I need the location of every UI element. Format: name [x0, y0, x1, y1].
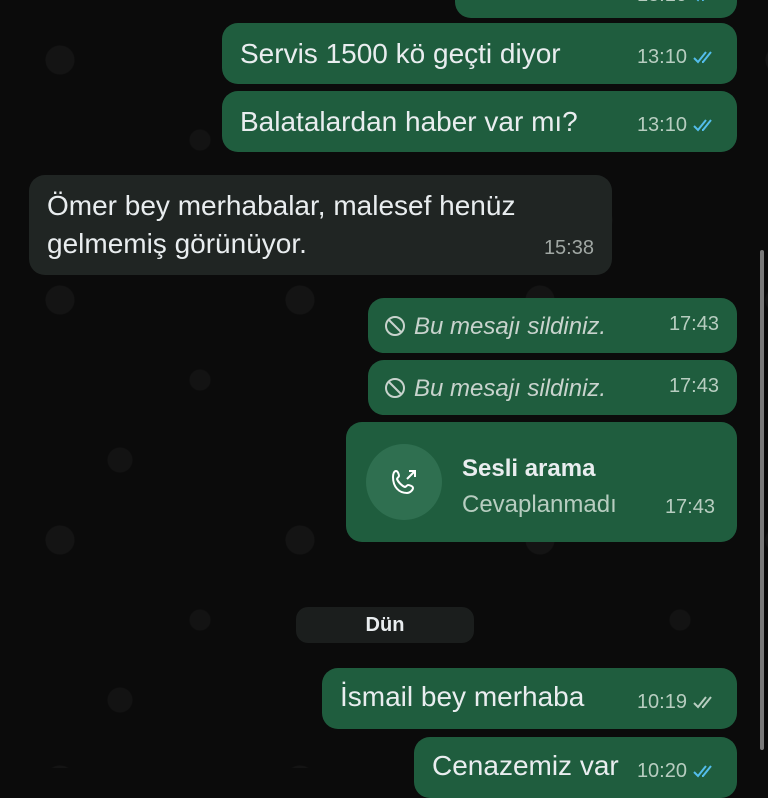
scrollbar[interactable]	[760, 250, 764, 750]
double-check-icon	[693, 0, 719, 3]
message-bubble-incoming[interactable]: Ömer bey merhabalar, malesef henüz gelme…	[29, 175, 612, 275]
call-title: Sesli arama	[462, 455, 596, 482]
message-time: 17:43	[664, 496, 715, 518]
double-check-icon	[693, 49, 719, 65]
double-check-icon	[693, 763, 719, 779]
message-meta: 10:20	[637, 752, 719, 790]
message-bubble-deleted[interactable]: Bu mesajı sildiniz. 17:43	[368, 360, 737, 415]
message-meta: 17:43	[665, 488, 715, 526]
message-time: 10:19	[636, 691, 687, 713]
message-text: İsmail bey merhaba	[340, 681, 585, 712]
message-meta: 10:19	[637, 683, 719, 721]
outgoing-call-icon	[366, 444, 442, 520]
message-meta: 13:10	[637, 38, 719, 76]
message-text: Bu mesajı sildiniz.	[414, 313, 607, 340]
message-text: Servis 1500 kö geçti diyor	[240, 38, 561, 69]
message-bubble-outgoing[interactable]: Balatalardan haber var mı? 13:10	[222, 91, 737, 152]
blocked-icon	[384, 373, 406, 398]
message-time: 13:10	[637, 0, 687, 14]
message-text: Cenazemiz var	[432, 750, 619, 781]
message-time: 17:43	[668, 375, 719, 397]
message-bubble-call[interactable]: Sesli arama Cevaplanmadı 17:43	[346, 422, 737, 542]
call-status: Cevaplanmadı	[462, 491, 617, 518]
message-time: 15:38	[543, 237, 594, 259]
message-meta: 15:38	[544, 229, 594, 267]
message-text: Balatalardan haber var mı?	[240, 106, 578, 137]
message-text: Bu mesajı sildiniz.	[414, 375, 607, 402]
message-time: 17:43	[668, 313, 719, 335]
message-time: 13:10	[636, 114, 687, 136]
message-bubble-outgoing[interactable]: 13:10	[455, 0, 737, 18]
date-separator: Dün	[296, 607, 474, 643]
message-text: Ömer bey merhabalar, malesef henüz gelme…	[47, 190, 516, 259]
message-time: 13:10	[636, 46, 687, 68]
message-meta: 17:43	[669, 367, 719, 405]
message-bubble-deleted[interactable]: Bu mesajı sildiniz. 17:43	[368, 298, 737, 353]
message-bubble-outgoing[interactable]: Servis 1500 kö geçti diyor 13:10	[222, 23, 737, 84]
message-meta: 13:10	[637, 106, 719, 144]
double-check-icon	[693, 694, 719, 710]
message-meta: 13:10	[637, 0, 719, 14]
blocked-icon	[384, 311, 406, 336]
message-meta: 17:43	[669, 305, 719, 343]
message-bubble-outgoing[interactable]: İsmail bey merhaba 10:19	[322, 668, 737, 729]
message-time: 10:20	[636, 760, 687, 782]
double-check-icon	[693, 117, 719, 133]
